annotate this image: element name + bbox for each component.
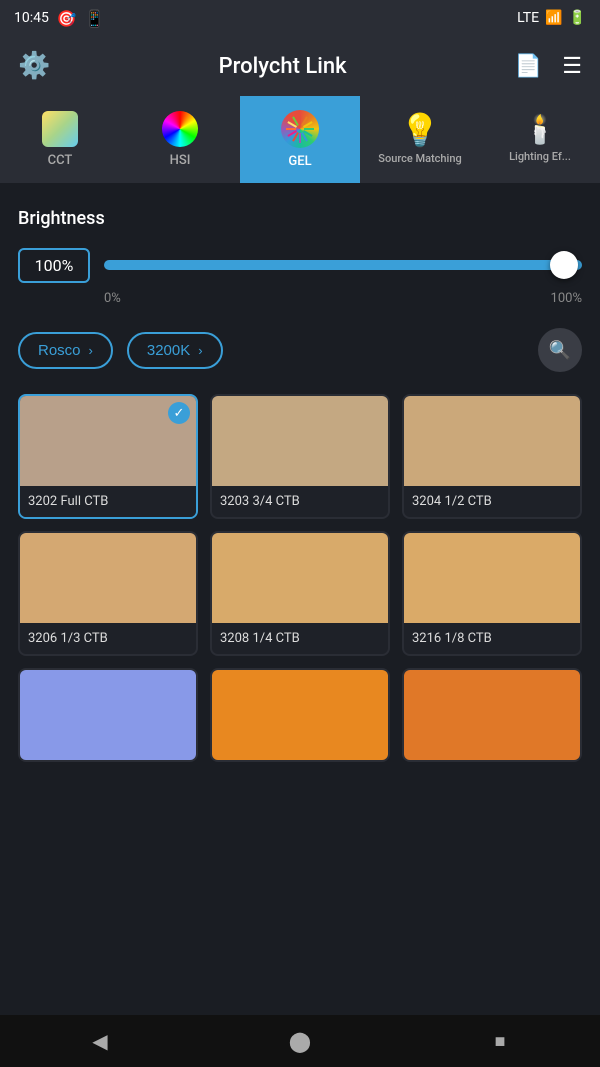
color-card-label-3208: 3208 1/4 CTB [212, 623, 388, 654]
tab-lighting-label: Lighting Ef... [509, 150, 571, 163]
brightness-row: 100% [18, 247, 582, 283]
status-left: 10:45 🎯 📱 [14, 9, 105, 28]
sim-icon: 📱 [85, 9, 105, 28]
color-card-label-3203: 3203 3/4 CTB [212, 486, 388, 517]
lighting-effects-icon: 🕯️ [523, 116, 558, 144]
color-grid: 3202 Full CTB ✓ 3203 3/4 CTB 3204 1/2 CTB 32… [18, 394, 582, 762]
slider-labels: 0% 100% [18, 291, 582, 306]
search-icon: 🔍 [549, 340, 571, 361]
status-bar: 10:45 🎯 📱 LTE 📶 🔋 [0, 0, 600, 36]
search-button[interactable]: 🔍 [538, 328, 582, 372]
back-button[interactable]: ◀ [82, 1023, 118, 1059]
bottom-nav: ◀ ⬤ ■ [0, 1015, 600, 1067]
color-temp-label: 3200K [147, 342, 190, 359]
color-swatch-3203 [212, 396, 388, 486]
color-temp-filter-button[interactable]: 3200K › [127, 332, 223, 369]
color-card-3203[interactable]: 3203 3/4 CTB [210, 394, 390, 519]
lte-label: LTE [517, 10, 539, 26]
hsi-icon [162, 111, 198, 147]
slider-max: 100% [551, 291, 582, 306]
brand-filter-button[interactable]: Rosco › [18, 332, 113, 369]
color-swatch-row3_1 [20, 670, 196, 760]
tab-lighting-effects[interactable]: 🕯️ Lighting Ef... [480, 96, 600, 183]
tab-source-label: Source Matching [378, 152, 461, 165]
tab-source-matching[interactable]: 💡 Source Matching [360, 96, 480, 183]
time: 10:45 [14, 10, 49, 26]
slider-track [104, 260, 582, 270]
color-swatch-3216 [404, 533, 580, 623]
color-temp-chevron-icon: › [198, 343, 202, 358]
cct-icon [42, 111, 78, 147]
battery-icon: 🔋 [569, 10, 586, 26]
file-icon[interactable]: 📄 [515, 54, 542, 79]
source-matching-icon: 💡 [400, 114, 440, 146]
brightness-slider[interactable] [104, 247, 582, 283]
signal-icon: 📶 [545, 10, 562, 26]
status-right: LTE 📶 🔋 [517, 10, 586, 26]
color-card-3204[interactable]: 3204 1/2 CTB [402, 394, 582, 519]
tab-hsi-label: HSI [170, 153, 191, 168]
color-swatch-3206 [20, 533, 196, 623]
target-icon: 🎯 [57, 9, 77, 28]
tabs-bar: CCT HSI [0, 96, 600, 184]
menu-icon[interactable]: ☰ [562, 54, 582, 79]
color-card-label-3204: 3204 1/2 CTB [404, 486, 580, 517]
tab-gel-label: GEL [288, 154, 311, 169]
brand-chevron-icon: › [89, 343, 93, 358]
color-swatch-3204 [404, 396, 580, 486]
slider-min: 0% [104, 291, 121, 306]
color-swatch-3208 [212, 533, 388, 623]
color-card-label-3202: 3202 Full CTB [20, 486, 196, 517]
color-card-row3_3[interactable] [402, 668, 582, 762]
slider-thumb [550, 251, 578, 279]
gel-icon [281, 110, 319, 148]
tab-cct[interactable]: CCT [0, 96, 120, 183]
tab-cct-label: CCT [48, 153, 73, 168]
color-card-label-3216: 3216 1/8 CTB [404, 623, 580, 654]
color-swatch-row3_3 [404, 670, 580, 760]
app-bar: ⚙️ Prolycht Link 📄 ☰ [0, 36, 600, 96]
brightness-label: Brightness [18, 208, 582, 229]
tab-hsi[interactable]: HSI [120, 96, 240, 183]
color-card-label-3206: 3206 1/3 CTB [20, 623, 196, 654]
checkmark-icon: ✓ [168, 402, 190, 424]
back-icon: ◀ [92, 1029, 107, 1053]
color-card-3206[interactable]: 3206 1/3 CTB [18, 531, 198, 656]
home-icon: ⬤ [289, 1029, 311, 1053]
settings-icon[interactable]: ⚙️ [18, 51, 50, 81]
filter-row: Rosco › 3200K › 🔍 [18, 328, 582, 372]
brightness-value: 100% [18, 248, 90, 283]
brightness-section: Brightness 100% 0% 100% [18, 208, 582, 306]
color-card-3202[interactable]: 3202 Full CTB ✓ [18, 394, 198, 519]
home-button[interactable]: ⬤ [282, 1023, 318, 1059]
color-card-row3_1[interactable] [18, 668, 198, 762]
color-card-3208[interactable]: 3208 1/4 CTB [210, 531, 390, 656]
color-card-row3_2[interactable] [210, 668, 390, 762]
app-title: Prolycht Link [219, 54, 347, 79]
app-bar-icons: 📄 ☰ [515, 54, 582, 79]
color-card-3216[interactable]: 3216 1/8 CTB [402, 531, 582, 656]
main-content: Brightness 100% 0% 100% Rosco › 3200K › … [0, 184, 600, 1015]
brand-label: Rosco [38, 342, 81, 359]
recent-icon: ■ [495, 1031, 506, 1052]
recent-button[interactable]: ■ [482, 1023, 518, 1059]
tab-gel[interactable]: GEL [240, 96, 360, 183]
color-swatch-row3_2 [212, 670, 388, 760]
